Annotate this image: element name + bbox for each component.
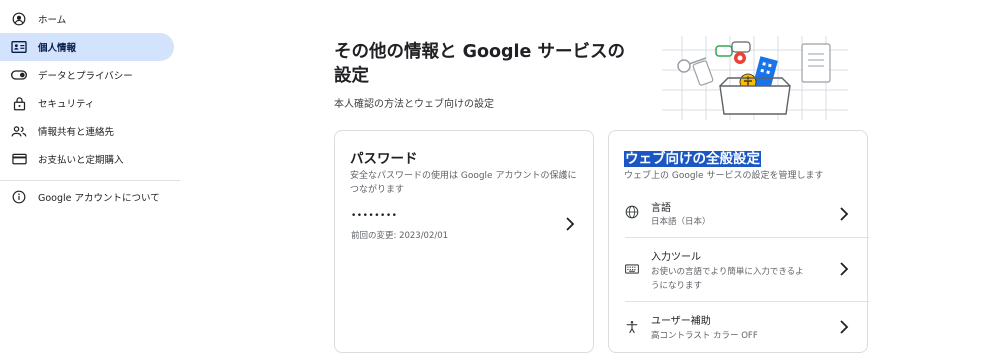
lock-icon <box>11 95 27 111</box>
input-tools-value: お使いの言語でより簡単に入力できるようになります <box>651 267 804 291</box>
sidebar-item-security[interactable]: セキュリティ <box>0 89 174 117</box>
masked-password: •••••••• <box>351 211 398 221</box>
accessibility-row[interactable]: ユーザー補助 高コントラスト カラー OFF <box>609 302 867 352</box>
accessibility-icon <box>626 321 638 334</box>
password-card: パスワード 安全なパスワードの使用は Google アカウントの保護につながりま… <box>334 130 594 353</box>
web-settings-card: ウェブ向けの全般設定 ウェブ上の Google サービスの設定を管理します 言語… <box>608 130 869 353</box>
language-label: 言語 <box>651 203 671 214</box>
input-tools-row[interactable]: 入力ツール お使いの言語でより簡単に入力できるようになります <box>609 238 867 300</box>
page-subtitle: 本人確認の方法とウェブ向けの設定 <box>334 99 494 110</box>
sidebar-item-data-privacy[interactable]: データとプライバシー <box>0 61 174 89</box>
web-settings-card-title: ウェブ向けの全般設定 <box>624 147 761 167</box>
chevron-right-icon <box>840 207 849 221</box>
password-card-description: 安全なパスワードの使用は Google アカウントの保護につながります <box>350 171 577 195</box>
sidebar-item-label: Google アカウントについて <box>38 193 160 204</box>
credit-card-icon <box>11 151 27 167</box>
sidebar-item-label: お支払いと定期購入 <box>38 155 124 166</box>
sidebar: ホーム 個人情報 データとプライバシー セキュリティ 情報共有と連絡先 お支払い… <box>0 0 180 360</box>
keyboard-icon <box>625 264 639 274</box>
password-last-changed: 前回の変更: 2023/02/01 <box>351 231 449 241</box>
sidebar-item-home[interactable]: ホーム <box>0 5 174 33</box>
accessibility-label: ユーザー補助 <box>651 316 711 327</box>
sidebar-item-label: 個人情報 <box>38 43 77 54</box>
accessibility-value: 高コントラスト カラー OFF <box>651 331 758 341</box>
chevron-right-icon <box>566 217 575 231</box>
sidebar-item-label: データとプライバシー <box>38 71 133 82</box>
sidebar-item-personal-info[interactable]: 個人情報 <box>0 33 174 61</box>
sidebar-item-label: セキュリティ <box>38 99 95 110</box>
page-title: その他の情報と Google サービスの設定 <box>334 42 625 86</box>
language-row[interactable]: 言語 日本語（日本） <box>609 191 867 237</box>
sidebar-item-label: ホーム <box>38 15 67 26</box>
sidebar-item-sharing[interactable]: 情報共有と連絡先 <box>0 117 174 145</box>
selected-text-highlight: ウェブ向けの全般設定 <box>624 151 761 167</box>
chevron-right-icon <box>840 320 849 334</box>
people-icon <box>11 123 27 139</box>
sidebar-divider <box>0 180 180 181</box>
password-card-title: パスワード <box>350 151 418 167</box>
id-card-icon <box>11 39 27 55</box>
language-value: 日本語（日本） <box>651 217 711 227</box>
sidebar-item-about[interactable]: Google アカウントについて <box>0 183 174 211</box>
globe-icon <box>625 205 639 219</box>
input-tools-label: 入力ツール <box>651 252 701 263</box>
web-settings-card-description: ウェブ上の Google サービスの設定を管理します <box>624 171 824 181</box>
sidebar-item-payments[interactable]: お支払いと定期購入 <box>0 145 174 173</box>
info-icon <box>11 189 27 205</box>
account-circle-icon <box>11 11 27 27</box>
header-illustration <box>662 36 848 120</box>
chevron-right-icon <box>840 262 849 276</box>
toggle-icon <box>11 67 27 83</box>
sidebar-item-label: 情報共有と連絡先 <box>38 127 115 138</box>
password-row[interactable]: •••••••• 前回の変更: 2023/02/01 <box>335 201 593 247</box>
